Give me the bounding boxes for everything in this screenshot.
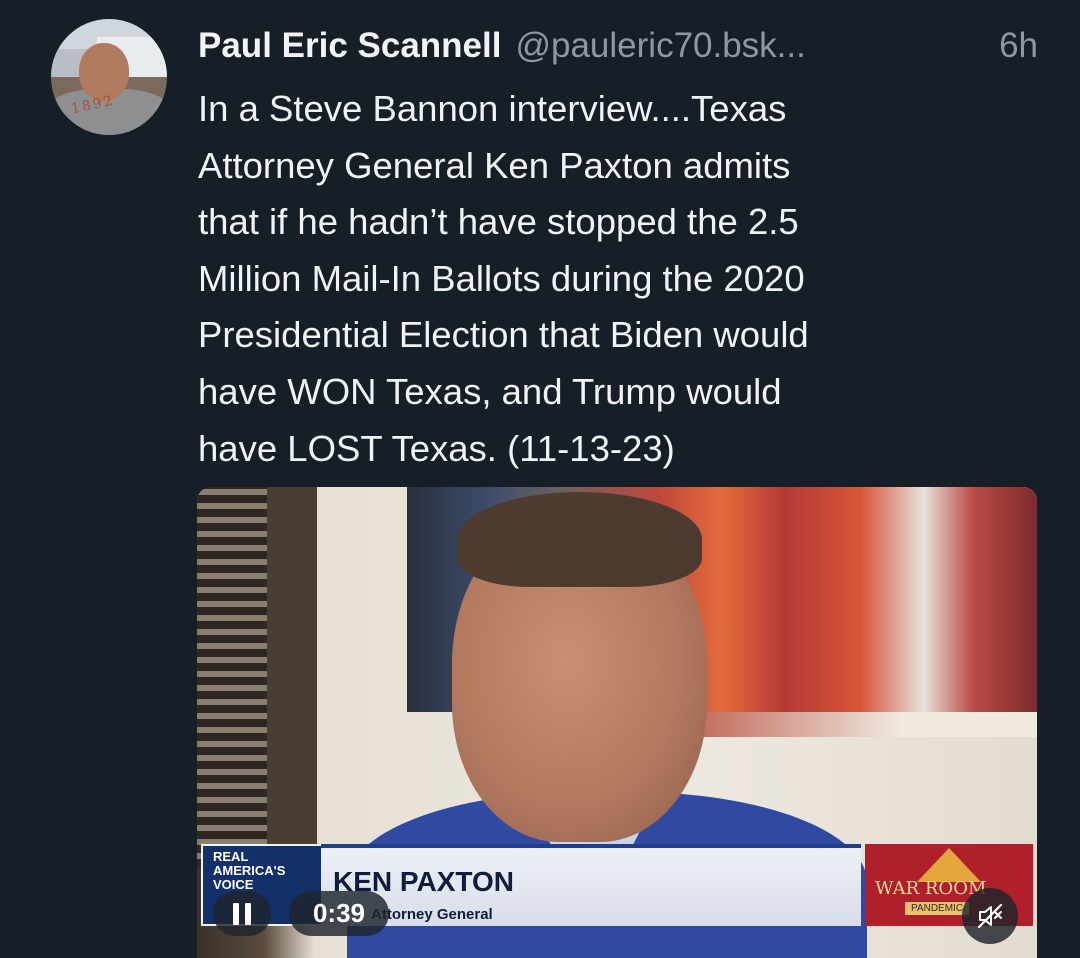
video-frame-blinds bbox=[197, 487, 267, 867]
pause-icon bbox=[233, 902, 251, 925]
author-handle[interactable]: @pauleric70.bsk... bbox=[515, 20, 805, 72]
author-name[interactable]: Paul Eric Scannell bbox=[198, 20, 501, 72]
show-logo-subtext: PANDEMIC bbox=[905, 902, 970, 915]
post-text: In a Steve Bannon interview....Texas Att… bbox=[198, 88, 809, 469]
lower-third-title: Attorney General bbox=[371, 906, 493, 923]
video-frame-door bbox=[267, 487, 317, 847]
post[interactable]: 1892 Paul Eric Scannell @pauleric70.bsk.… bbox=[0, 0, 1080, 958]
video-frame-painting-edge bbox=[697, 712, 1037, 737]
avatar[interactable]: 1892 bbox=[51, 19, 167, 135]
name-bar: KEN PAXTON Attorney General bbox=[321, 844, 861, 926]
show-logo-emblem bbox=[917, 848, 981, 882]
network-logo-text: REAL AMERICA'S VOICE bbox=[213, 849, 286, 892]
avatar-face bbox=[79, 43, 129, 101]
video-player[interactable]: REAL AMERICA'S VOICE KEN PAXTON Attorney… bbox=[197, 487, 1037, 958]
post-header: Paul Eric Scannell @pauleric70.bsk... 6h bbox=[198, 20, 1038, 72]
video-elapsed-time: 0:39 bbox=[289, 891, 389, 936]
pause-button[interactable] bbox=[213, 891, 271, 936]
video-frame-hair bbox=[457, 492, 702, 587]
mute-button[interactable] bbox=[962, 888, 1018, 944]
muted-icon bbox=[977, 903, 1003, 929]
post-timestamp[interactable]: 6h bbox=[999, 20, 1038, 72]
